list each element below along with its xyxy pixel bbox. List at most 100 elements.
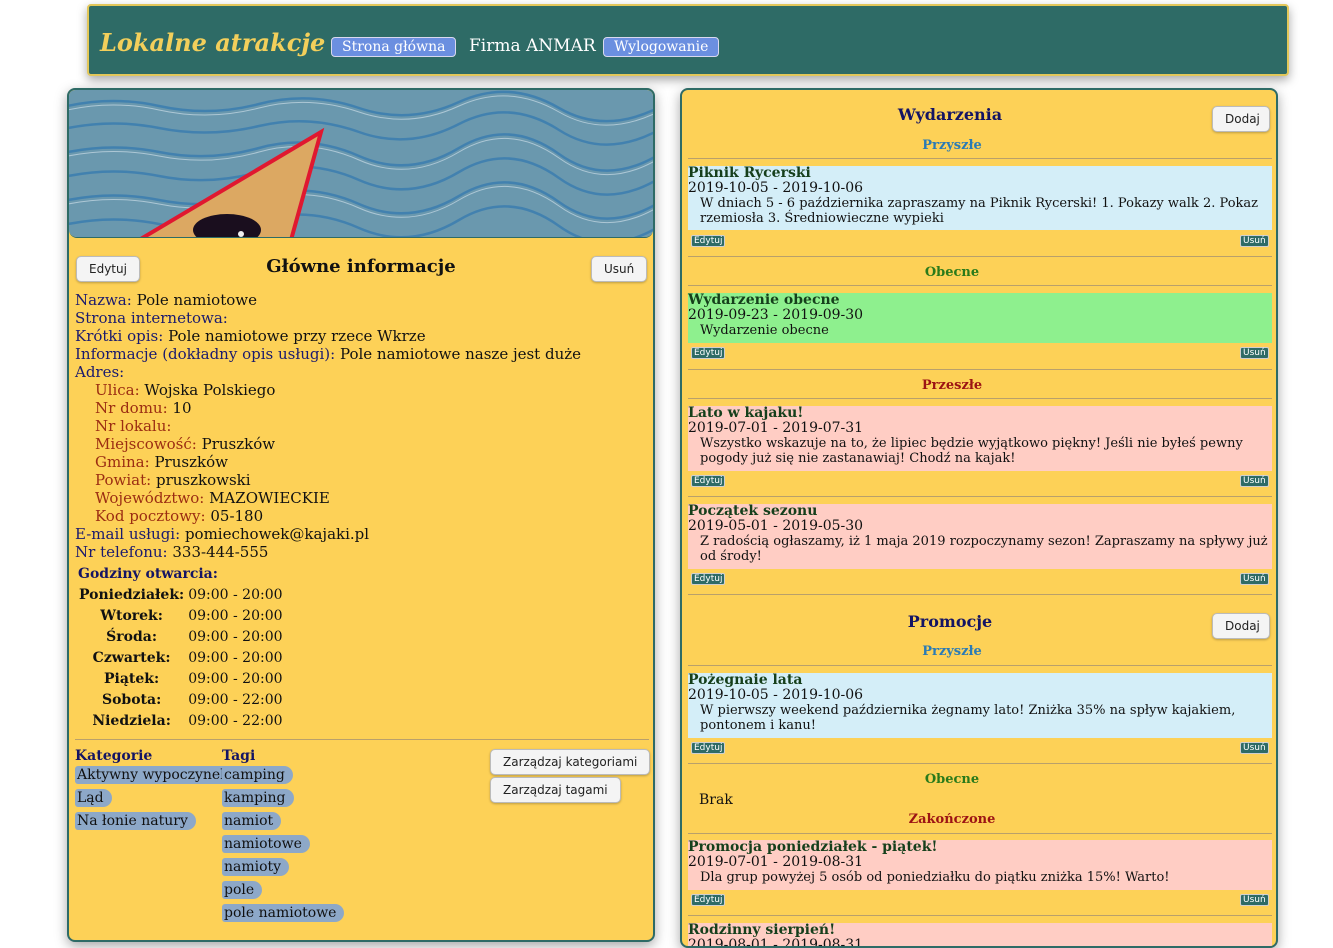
divider	[688, 763, 1272, 764]
nav-home-button[interactable]: Strona główna	[331, 37, 457, 57]
edit-promo-button[interactable]: Edytuj	[691, 742, 726, 754]
hours-row: Sobota: 09:00 - 22:00	[101, 691, 283, 708]
manage-categories-button[interactable]: Zarządzaj kategoriami	[490, 749, 651, 775]
add-promo-button[interactable]: Dodaj	[1212, 613, 1270, 639]
event-item: Lato w kajaku! 2019-07-01 - 2019-07-31 W…	[688, 406, 1272, 471]
hours-row: Poniedziałek: 09:00 - 20:00	[79, 586, 283, 603]
opening-hours-table: Poniedziałek: 09:00 - 20:00 Wtorek: 09:00 …	[77, 584, 285, 731]
promo-dates: 2019-07-01 - 2019-08-31	[688, 854, 864, 870]
service-banner-image	[69, 90, 653, 238]
info-website: Strona internetowa:	[75, 309, 228, 327]
tag-chip[interactable]: namiotowe	[222, 835, 310, 853]
nav-logout-button[interactable]: Wylogowanie	[603, 37, 720, 57]
top-navbar: Lokalne atrakcje Strona główna Firma ANM…	[87, 4, 1289, 76]
divider	[688, 833, 1272, 834]
event-item: Wydarzenie obecne 2019-09-23 - 2019-09-3…	[688, 293, 1272, 343]
delete-event-button[interactable]: Usuń	[1240, 235, 1269, 247]
info-long-desc: Informacje (dokładny opis usługi): Pole …	[75, 345, 582, 363]
add-event-button[interactable]: Dodaj	[1212, 106, 1270, 132]
promo-dates: 2019-10-05 - 2019-10-06	[688, 687, 864, 703]
edit-promo-button[interactable]: Edytuj	[691, 894, 726, 906]
tag-chip[interactable]: pole namiotowe	[222, 904, 345, 922]
event-dates: 2019-10-05 - 2019-10-06	[688, 180, 864, 196]
info-email: E-mail usługi: pomiechowek@kajaki.pl	[75, 525, 370, 543]
events-past-heading: Przeszłe	[921, 378, 983, 393]
event-dates: 2019-07-01 - 2019-07-31	[688, 420, 864, 436]
promo-desc: Dla grup powyżej 5 osób od poniedziałku …	[700, 870, 1170, 885]
divider	[688, 158, 1272, 159]
tag-chip[interactable]: namiot	[222, 812, 282, 830]
opening-hours-title: Godziny otwarcia:	[78, 566, 218, 582]
category-chip[interactable]: Aktywny wypoczynek	[75, 766, 237, 784]
promos-current-heading: Obecne	[924, 772, 980, 787]
hours-row: Środa: 09:00 - 20:00	[106, 628, 283, 645]
hours-row: Czwartek: 09:00 - 20:00	[92, 649, 283, 666]
delete-promo-button[interactable]: Usuń	[1240, 742, 1269, 754]
manage-tags-button[interactable]: Zarządzaj tagami	[490, 777, 621, 803]
promo-title: Rodzinny sierpień!	[688, 922, 836, 938]
delete-event-button[interactable]: Usuń	[1240, 347, 1269, 359]
delete-event-button[interactable]: Usuń	[1240, 475, 1269, 487]
delete-info-button[interactable]: Usuń	[591, 256, 648, 282]
promos-future-heading: Przyszłe	[922, 644, 982, 659]
hours-row: Wtorek: 09:00 - 20:00	[100, 607, 283, 624]
promo-item: Promocja poniedziałek - piątek! 2019-07-…	[688, 840, 1272, 890]
event-dates: 2019-09-23 - 2019-09-30	[688, 307, 864, 323]
event-dates: 2019-05-01 - 2019-05-30	[688, 518, 864, 534]
edit-event-button[interactable]: Edytuj	[691, 475, 726, 487]
tag-chip[interactable]: namioty	[222, 858, 290, 876]
tag-chip[interactable]: camping	[222, 766, 293, 784]
event-title: Wydarzenie obecne	[688, 292, 840, 308]
address-flat-no: Nr lokalu:	[95, 417, 172, 435]
address-commune: Gmina: Pruszków	[95, 453, 228, 471]
categories-title: Kategorie	[75, 748, 153, 764]
edit-event-button[interactable]: Edytuj	[691, 573, 726, 585]
category-chip[interactable]: Ląd	[75, 789, 112, 807]
delete-event-button[interactable]: Usuń	[1240, 573, 1269, 585]
hours-row: Niedziela: 09:00 - 22:00	[92, 712, 283, 729]
edit-event-button[interactable]: Edytuj	[691, 235, 726, 247]
hours-row: Piątek: 09:00 - 20:00	[104, 670, 283, 687]
divider	[688, 915, 1272, 916]
address-voivodeship: Województwo: MAZOWIECKIE	[95, 489, 330, 507]
address-house-no: Nr domu: 10	[95, 399, 192, 417]
tags-title: Tagi	[222, 748, 256, 764]
event-desc: Wszystko wskazuje na to, że lipiec będzi…	[700, 436, 1243, 466]
info-name: Nazwa: Pole namiotowe	[75, 291, 257, 309]
promo-desc: W pierwszy weekend października żegnamy …	[700, 703, 1236, 733]
event-title: Piknik Rycerski	[688, 165, 811, 181]
category-chip[interactable]: Na łonie natury	[75, 812, 196, 830]
divider	[75, 739, 649, 740]
event-item: Piknik Rycerski 2019-10-05 - 2019-10-06 …	[688, 166, 1272, 230]
divider	[688, 285, 1272, 286]
divider	[688, 665, 1272, 666]
brand-title[interactable]: Lokalne atrakcje	[100, 28, 325, 57]
promo-dates: 2019-08-01 - 2019-08-31	[688, 937, 864, 948]
promos-heading: Promocje	[907, 612, 993, 631]
info-phone: Nr telefonu: 333-444-555	[75, 543, 269, 561]
edit-event-button[interactable]: Edytuj	[691, 347, 726, 359]
promos-current-empty: Brak	[699, 792, 733, 808]
event-desc: Z radością ogłaszamy, iż 1 maja 2019 roz…	[700, 534, 1268, 564]
divider	[688, 369, 1272, 370]
promo-title: Promocja poniedziałek - piątek!	[688, 839, 938, 855]
tag-chip[interactable]: pole	[222, 881, 263, 899]
address-city: Miejscowość: Pruszków	[95, 435, 276, 453]
event-title: Początek sezonu	[688, 503, 818, 519]
promo-title: Pożegnaie lata	[688, 672, 803, 688]
divider	[688, 256, 1272, 257]
tag-chip[interactable]: kamping	[222, 789, 294, 807]
address-county: Powiat: pruszkowski	[95, 471, 251, 489]
promo-item: Rodzinny sierpień! 2019-08-01 - 2019-08-…	[688, 922, 1272, 948]
info-list: Nazwa: Pole namiotowe Strona internetowa…	[75, 291, 581, 561]
event-desc: Wydarzenie obecne	[700, 323, 829, 338]
address-street: Ulica: Wojska Polskiego	[95, 381, 276, 399]
service-info-panel: Edytuj Główne informacje Usuń Nazwa: Pol…	[67, 88, 655, 942]
main-info-heading: Główne informacje	[266, 256, 456, 277]
promos-ended-heading: Zakończone	[908, 812, 996, 827]
address-block: Ulica: Wojska Polskiego Nr domu: 10 Nr l…	[75, 381, 581, 525]
event-item: Początek sezonu 2019-05-01 - 2019-05-30 …	[688, 504, 1272, 569]
events-current-heading: Obecne	[924, 265, 980, 280]
delete-promo-button[interactable]: Usuń	[1240, 894, 1269, 906]
event-title: Lato w kajaku!	[688, 405, 804, 421]
